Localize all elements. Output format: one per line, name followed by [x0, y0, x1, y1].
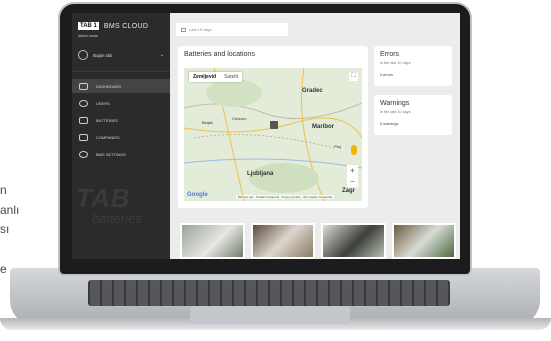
sidebar-item-label: BATTERIES [96, 117, 118, 123]
gear-icon [79, 150, 88, 158]
avatar [78, 50, 88, 60]
brand-watermark: TAB [76, 183, 131, 213]
battery-photo[interactable] [180, 223, 245, 259]
sidebar: TAB 1 BMS CLOUD Admin mode Bojan tab ⌄ D… [72, 13, 170, 259]
warnings-period: in the last 10 days [380, 110, 411, 114]
map-city-label: Ljubljana [247, 171, 274, 177]
street-view-pegman-icon[interactable] [351, 145, 357, 155]
warnings-count: 0 warnings [380, 122, 399, 126]
battery-location-marker[interactable] [270, 121, 278, 129]
brand-watermark-sub: batteries [92, 211, 142, 226]
battery-photo[interactable] [391, 223, 456, 259]
errors-count: 0 errors [380, 73, 394, 77]
map-attribution[interactable]: Bližnjice tipk · Podatki zemljevida · Po… [236, 195, 334, 199]
sidebar-item-label: COMPANIES [96, 134, 120, 140]
sidebar-item-bms-settings[interactable]: BMS SETTINGS [72, 147, 170, 161]
battery-photo[interactable] [250, 223, 315, 259]
locations-map[interactable]: Zemljevid Satelit ⛶ Gradec Celovec Belja… [184, 68, 362, 201]
errors-period: in the last 10 days [380, 61, 411, 65]
calendar-icon [181, 27, 186, 32]
sidebar-menu: DASHBOARD USERS BATTERIES COMPANIES BMS … [72, 79, 170, 164]
battery-photo[interactable] [321, 223, 386, 259]
map-city-label: Gradec [302, 88, 323, 94]
battery-icon [79, 116, 88, 124]
map-type-toggle: Zemljevid Satelit [189, 72, 242, 82]
user-menu[interactable]: Bojan tab ⌄ [78, 50, 164, 60]
sidebar-divider [72, 71, 170, 72]
fullscreen-icon[interactable]: ⛶ [349, 72, 358, 81]
map-city-label: Maribor [312, 124, 335, 130]
sidebar-item-users[interactable]: USERS [72, 96, 170, 110]
app-name: BMS CLOUD [103, 22, 149, 30]
sidebar-item-batteries[interactable]: BATTERIES [72, 113, 170, 127]
user-name: Bojan tab [93, 52, 113, 58]
speedometer-icon [79, 82, 88, 90]
map-city-label: Celovec [232, 116, 247, 121]
building-icon [79, 133, 88, 141]
sidebar-item-companies[interactable]: COMPANIES [72, 130, 170, 144]
zoom-out-button[interactable]: − [347, 176, 358, 187]
map-card-title: Batteries and locations [184, 51, 255, 58]
side-text-line-2: anlı [0, 203, 20, 217]
side-text-line-4: e [0, 262, 7, 276]
keyboard [88, 280, 450, 306]
map-city-label: Ptuj [334, 144, 341, 149]
map-tab-satellite[interactable]: Satelit [220, 72, 242, 82]
errors-card: Errors in the last 10 days 0 errors [374, 46, 452, 86]
app-subtitle: Admin mode [78, 34, 98, 38]
battery-photos [180, 223, 456, 259]
zoom-in-button[interactable]: + [347, 165, 358, 176]
trackpad [190, 306, 350, 324]
sidebar-item-label: BMS SETTINGS [96, 151, 126, 157]
map-city-label: Zagr [342, 188, 356, 194]
map-terrain [184, 68, 362, 201]
date-range-label: Last 10 days [189, 27, 212, 32]
warnings-title: Warnings [380, 100, 410, 107]
sidebar-item-label: DASHBOARD [96, 83, 122, 89]
side-text-line-1: n [0, 183, 7, 197]
warnings-card: Warnings in the last 10 days 0 warnings [374, 95, 452, 135]
map-city-label: Beljak [202, 120, 213, 125]
map-tab-map[interactable]: Zemljevid [189, 72, 220, 82]
google-logo: Google [187, 192, 208, 198]
app-logo[interactable]: TAB 1 BMS CLOUD [78, 22, 148, 30]
logo-box: TAB 1 [78, 22, 99, 30]
user-icon [79, 99, 88, 107]
chevron-down-icon: ⌄ [159, 52, 164, 58]
laptop-screen: TAB 1 BMS CLOUD Admin mode Bojan tab ⌄ D… [72, 13, 460, 259]
sidebar-item-label: USERS [96, 100, 110, 106]
date-range-filter[interactable]: Last 10 days [176, 23, 288, 36]
map-zoom-control: + − [347, 165, 358, 187]
errors-title: Errors [380, 51, 400, 58]
side-text-line-3: sı [0, 222, 10, 236]
sidebar-item-dashboard[interactable]: DASHBOARD [72, 79, 170, 93]
